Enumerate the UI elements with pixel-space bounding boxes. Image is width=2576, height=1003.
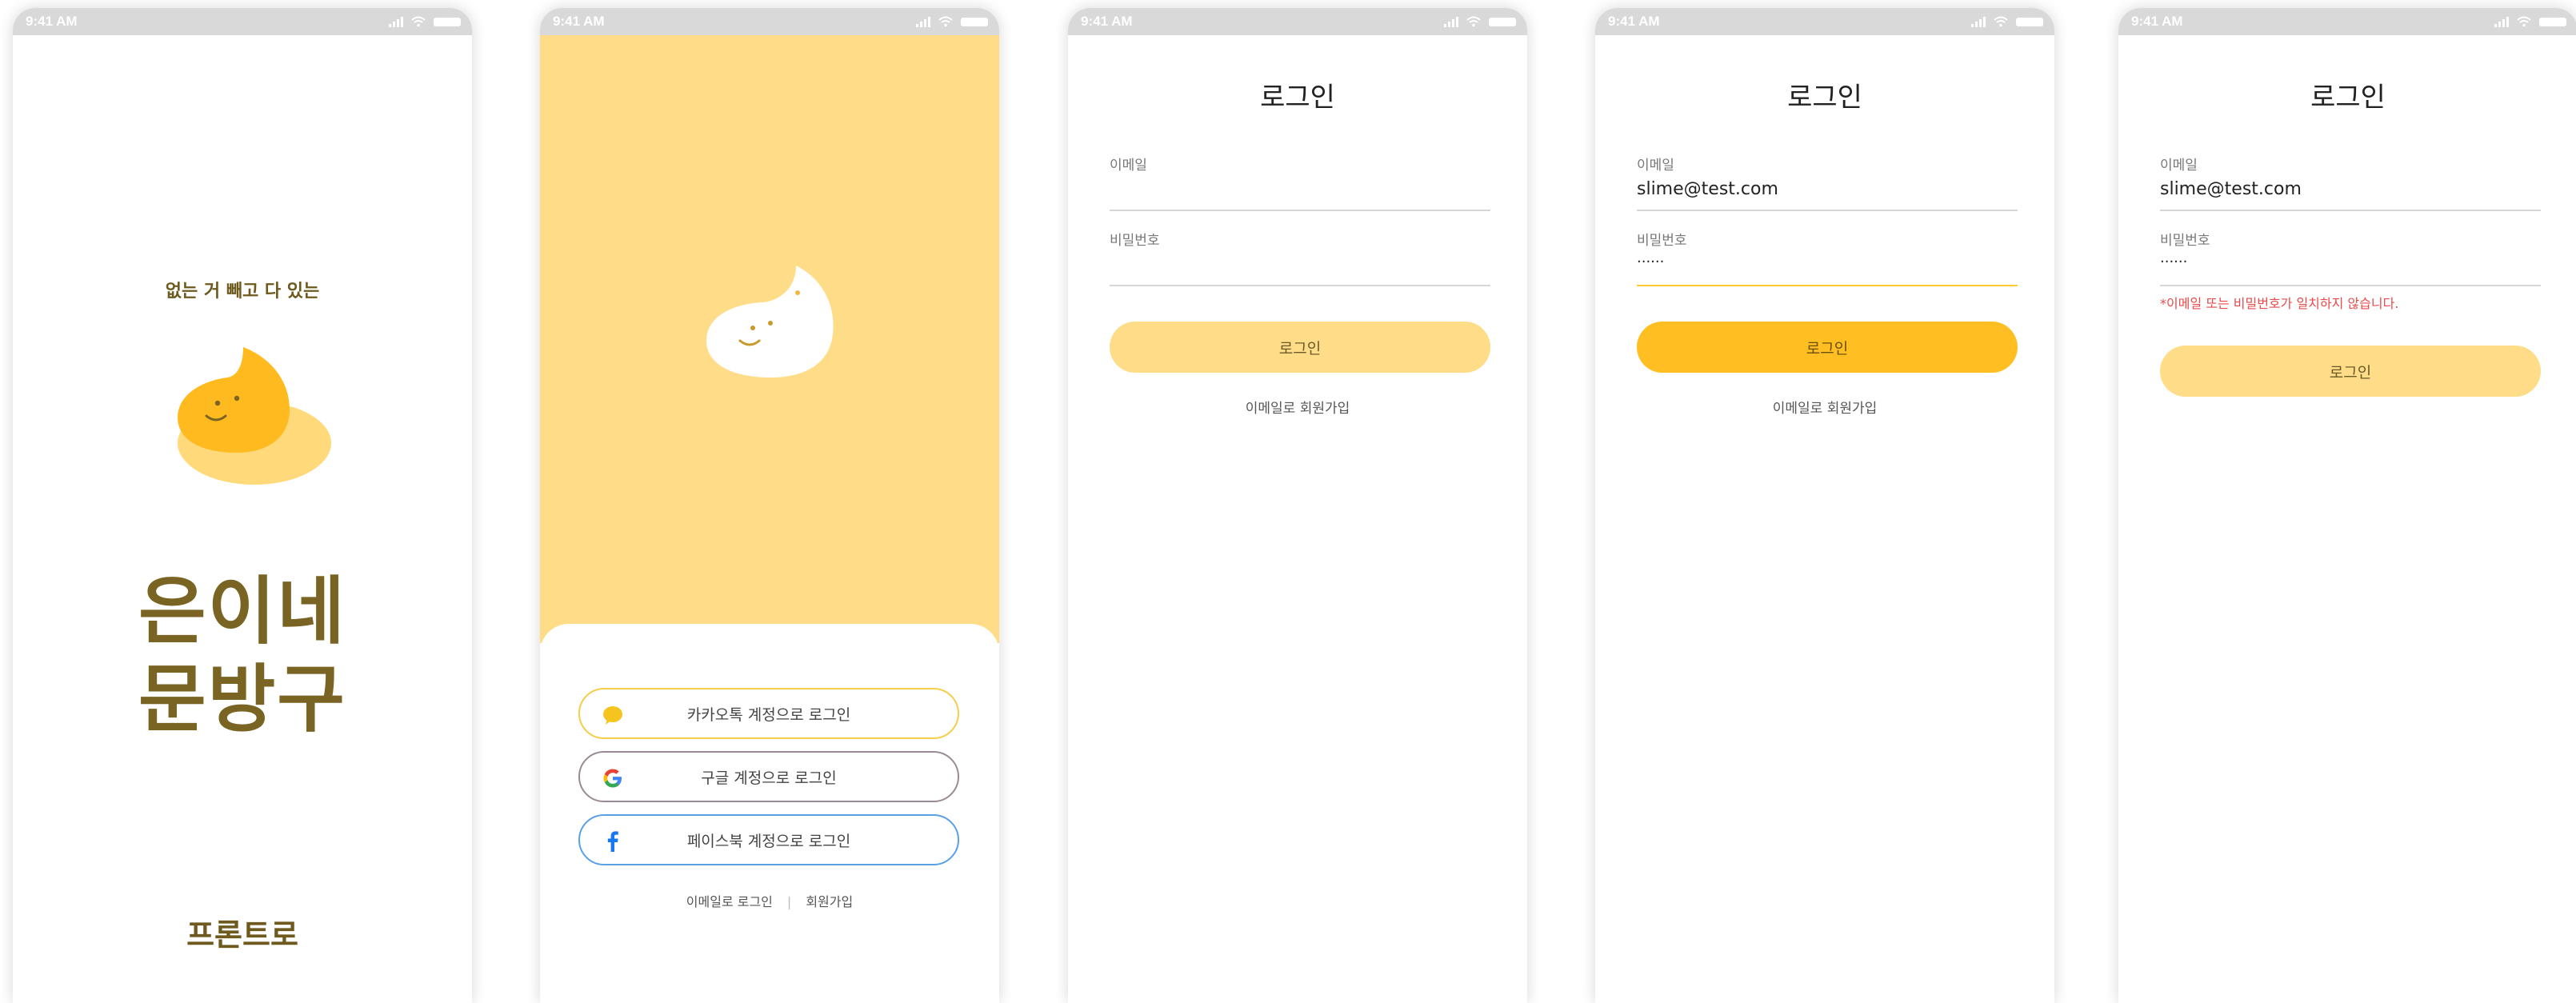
email-label: 이메일 — [1110, 158, 1147, 174]
battery-icon — [2539, 17, 2566, 26]
team-name: 프론트로 — [186, 917, 298, 953]
password-field-underline — [2160, 285, 2541, 286]
google-login-label: 구글 계정으로 로그인 — [701, 769, 837, 787]
phone-screen-splash: 9:41 AM 없는 거 빼고 다 있는 은이네 문방구 프론트로 — [13, 8, 472, 1003]
slime-mascot-icon — [178, 347, 331, 485]
status-time: 9:41 AM — [1081, 14, 1133, 29]
phone-screen-login-error: 9:41 AM 로그인 이메일 slime@test.com 비밀번호 ....… — [2118, 8, 2576, 1003]
kakao-login-label: 카카오톡 계정으로 로그인 — [686, 705, 851, 724]
signal-icon — [2494, 16, 2509, 27]
password-label: 비밀번호 — [1637, 233, 1687, 249]
email-input[interactable]: slime@test.com — [2160, 179, 2302, 199]
email-login-link[interactable]: 이메일로 로그인 — [686, 894, 773, 909]
password-field[interactable] — [1110, 285, 1490, 286]
phone-screen-login-filled: 9:41 AM 로그인 이메일 slime@test.com 비밀번호 ....… — [1595, 8, 2054, 1003]
status-time: 9:41 AM — [26, 14, 78, 29]
signal-icon — [916, 16, 930, 27]
login-button[interactable]: 로그인 — [2160, 346, 2541, 397]
signal-icon — [1444, 16, 1458, 27]
kakao-chat-icon — [603, 706, 622, 725]
email-label: 이메일 — [1637, 158, 1674, 174]
signal-icon — [1971, 16, 1986, 27]
wifi-icon — [1466, 16, 1481, 27]
login-links: 이메일로 로그인 | 회원가입 — [540, 891, 999, 910]
battery-icon — [961, 17, 988, 26]
wifi-icon — [1994, 16, 2008, 27]
password-label: 비밀번호 — [1110, 233, 1160, 249]
email-signup-link[interactable]: 이메일로 회원가입 — [1595, 397, 2054, 417]
status-time: 9:41 AM — [553, 14, 605, 29]
password-input[interactable]: ...... — [1637, 250, 1664, 266]
status-time: 9:41 AM — [1608, 14, 1660, 29]
status-bar: 9:41 AM — [2118, 8, 2576, 35]
phone-screen-social-login: 9:41 AM 카카오톡 계정으로 로그인 구글 계정으로 로그인 페이스북 계… — [540, 8, 999, 1003]
brand-name-line2: 문방구 — [138, 657, 346, 742]
status-bar: 9:41 AM — [1068, 8, 1527, 35]
kakao-login-button[interactable]: 카카오톡 계정으로 로그인 — [578, 688, 959, 739]
status-icons — [1444, 16, 1516, 27]
wifi-icon — [411, 16, 426, 27]
google-login-button[interactable]: 구글 계정으로 로그인 — [578, 751, 959, 802]
battery-icon — [434, 17, 461, 26]
login-options-sheet — [540, 624, 999, 1003]
email-field-underline — [2160, 210, 2541, 211]
google-icon — [603, 769, 622, 788]
login-button[interactable]: 로그인 — [1637, 322, 2018, 373]
email-field-underline — [1637, 210, 2018, 211]
facebook-icon — [607, 831, 618, 852]
status-icons — [1971, 16, 2043, 27]
phone-screen-login-empty: 9:41 AM 로그인 이메일 비밀번호 로그인 이메일로 회원가입 — [1068, 8, 1527, 1003]
facebook-login-label: 페이스북 계정으로 로그인 — [686, 832, 851, 850]
battery-icon — [1489, 17, 1516, 26]
email-label: 이메일 — [2160, 158, 2198, 174]
battery-icon — [2016, 17, 2043, 26]
status-time: 9:41 AM — [2131, 14, 2183, 29]
wifi-icon — [2517, 16, 2531, 27]
status-bar: 9:41 AM — [13, 8, 472, 35]
email-signup-link[interactable]: 이메일로 회원가입 — [1068, 397, 1527, 417]
status-bar: 9:41 AM — [540, 8, 999, 35]
error-message: *이메일 또는 비밀번호가 일치하지 않습니다. — [2160, 296, 2399, 311]
page-title: 로그인 — [1260, 82, 1335, 114]
login-button[interactable]: 로그인 — [1110, 322, 1490, 373]
password-input[interactable]: ...... — [2160, 250, 2187, 266]
link-separator: | — [786, 894, 792, 909]
status-icons — [916, 16, 988, 27]
status-icons — [389, 16, 461, 27]
page-title: 로그인 — [2310, 82, 2386, 114]
wifi-icon — [938, 16, 953, 27]
slime-mascot-icon — [706, 266, 834, 378]
facebook-login-button[interactable]: 페이스북 계정으로 로그인 — [578, 814, 959, 865]
signup-link[interactable]: 회원가입 — [806, 894, 853, 909]
signal-icon — [389, 16, 403, 27]
password-label: 비밀번호 — [2160, 233, 2210, 249]
page-title: 로그인 — [1787, 82, 1862, 114]
status-bar: 9:41 AM — [1595, 8, 2054, 35]
email-field[interactable] — [1110, 210, 1490, 211]
tagline: 없는 거 빼고 다 있는 — [165, 282, 320, 302]
status-icons — [2494, 16, 2566, 27]
email-input[interactable]: slime@test.com — [1637, 179, 1778, 199]
password-field-underline — [1637, 285, 2018, 286]
